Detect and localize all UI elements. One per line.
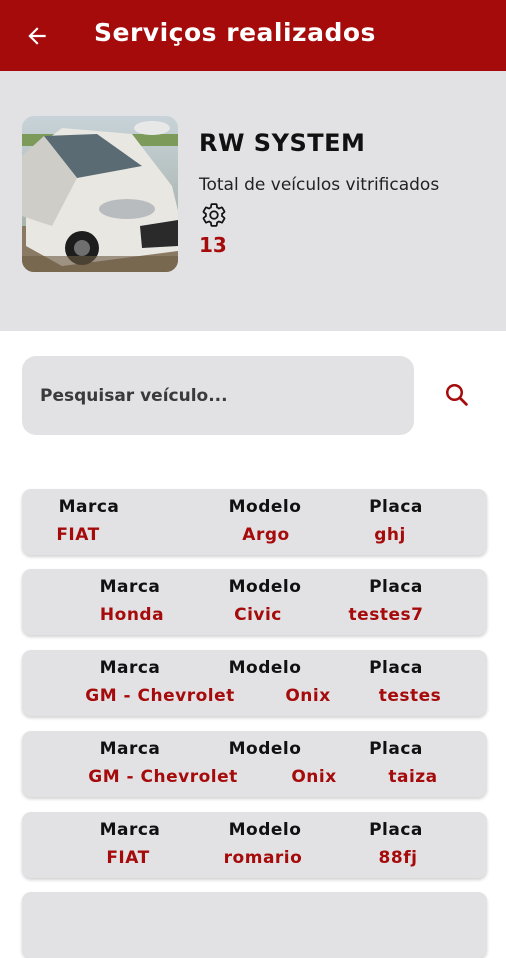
brand-value: GM - Chevrolet [85, 686, 235, 706]
arrow-back-icon [28, 27, 46, 45]
profile-summary: RW SYSTEM Total de veículos vitrificados… [0, 71, 506, 331]
list-item[interactable]: Marca Modelo Placa FIAT romario 88fj [22, 812, 487, 878]
model-value: Argo [242, 525, 290, 545]
gear-icon [202, 203, 226, 227]
model-value: romario [223, 848, 303, 868]
search-field[interactable] [22, 356, 414, 435]
vehicle-count: 13 [199, 233, 227, 257]
model-header: Modelo [228, 820, 302, 840]
brand-header: Marca [99, 820, 161, 840]
list-item[interactable]: Marca Modelo Placa Honda Civic testes7 [22, 569, 487, 635]
plate-value: 88fj [378, 848, 418, 868]
total-label: Total de veículos vitrificados [199, 175, 440, 195]
plate-value: testes [378, 686, 442, 706]
brand-value: Honda [99, 605, 165, 625]
model-header: Modelo [228, 497, 302, 517]
plate-value: ghj [374, 525, 406, 545]
model-header: Modelo [228, 658, 302, 678]
back-button[interactable] [22, 21, 52, 51]
plate-header: Placa [369, 577, 423, 597]
list-item[interactable]: Marca Modelo Placa FIAT Argo ghj [22, 489, 487, 555]
plate-header: Placa [369, 739, 423, 759]
company-name: RW SYSTEM [199, 129, 366, 157]
plate-header: Placa [369, 658, 423, 678]
brand-header: Marca [99, 577, 161, 597]
plate-value: taiza [388, 767, 438, 787]
brand-header: Marca [99, 658, 161, 678]
search-button[interactable] [442, 380, 472, 410]
plate-header: Placa [369, 820, 423, 840]
model-value: Civic [234, 605, 282, 625]
app-bar: Serviços realizados [0, 0, 506, 71]
model-header: Modelo [228, 739, 302, 759]
list-item[interactable]: Marca Modelo Placa GM - Chevrolet Onix t… [22, 731, 487, 797]
brand-value: FIAT [106, 848, 150, 868]
brand-header: Marca [99, 739, 161, 759]
vehicle-photo [22, 116, 178, 272]
model-value: Onix [291, 767, 337, 787]
brand-value: FIAT [56, 525, 100, 545]
page-title: Serviços realizados [94, 18, 376, 47]
model-header: Modelo [228, 577, 302, 597]
list-item[interactable] [22, 892, 487, 958]
search-input[interactable] [38, 384, 414, 407]
list-item[interactable]: Marca Modelo Placa GM - Chevrolet Onix t… [22, 650, 487, 716]
search-icon [445, 383, 468, 406]
plate-value: testes7 [348, 605, 424, 625]
plate-header: Placa [369, 497, 423, 517]
model-value: Onix [285, 686, 331, 706]
brand-value: GM - Chevrolet [88, 767, 238, 787]
brand-header: Marca [58, 497, 120, 517]
